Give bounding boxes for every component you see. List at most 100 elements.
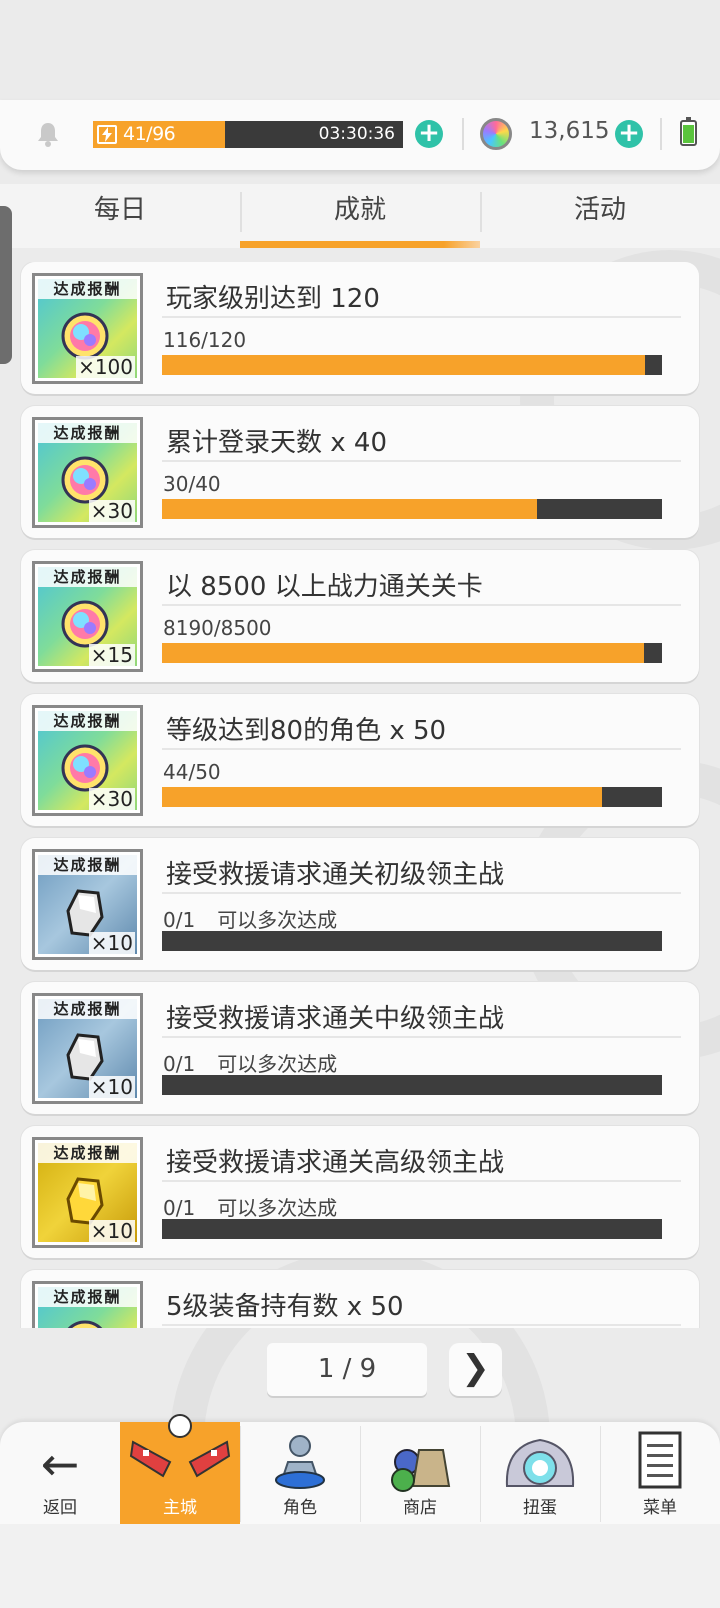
tab-events[interactable]: 活动: [480, 184, 720, 248]
menu-icon: [638, 1431, 682, 1489]
progress-text: 116/120: [163, 328, 246, 352]
tab-achievements[interactable]: 成就: [240, 184, 480, 248]
progress-fill: [162, 355, 645, 375]
divider: [162, 460, 681, 462]
achievement-card[interactable]: 达成报酬 5级装备持有数 x 50: [21, 1270, 699, 1328]
nav-back[interactable]: ← 返回: [0, 1422, 120, 1524]
reward-label: 达成报酬: [38, 1287, 137, 1307]
reward-label: 达成报酬: [38, 711, 137, 731]
system-nav-area: [0, 1524, 720, 1608]
gacha-icon: [505, 1438, 575, 1487]
nav-label: 菜单: [643, 1498, 677, 1518]
progress-value: 30/40: [163, 472, 221, 496]
achievement-card[interactable]: 达成报酬 ×15 以 8500 以上战力通关关卡 8190/8500: [21, 550, 699, 682]
achievement-card[interactable]: 达成报酬 ×10 接受救援请求通关中级领主战 0/1 可以多次达成: [21, 982, 699, 1114]
next-page-button[interactable]: ❯: [449, 1343, 502, 1396]
reward-icon: 达成报酬 ×30: [32, 417, 143, 528]
nav-castle[interactable]: 主城: [120, 1414, 240, 1524]
progress-bar: [162, 1219, 662, 1239]
lightning-icon: [97, 125, 117, 144]
stamina-bar: 41/96 03:30:36: [93, 121, 403, 148]
repeatable-note: 可以多次达成: [217, 1196, 338, 1220]
reward-icon: 达成报酬 ×10: [32, 1137, 143, 1248]
rainbow-gem-icon: [61, 456, 109, 504]
reward-icon: 达成报酬 ×30: [32, 705, 143, 816]
stamina-count: 41/96: [123, 123, 176, 145]
achievement-card[interactable]: 达成报酬 ×30 累计登录天数 x 40 30/40: [21, 406, 699, 538]
reward-icon: 达成报酬 ×10: [32, 849, 143, 960]
progress-bar: [162, 787, 662, 807]
reward-quantity: ×10: [88, 1219, 135, 1242]
achievement-list[interactable]: 达成报酬 ×100 玩家级别达到 120 116/120 达成报酬 ×30 累计登录天数 x…: [0, 262, 720, 1328]
progress-fill: [162, 643, 644, 663]
progress-text: 0/1 可以多次达成: [163, 1192, 337, 1221]
nav-label: 商店: [403, 1498, 437, 1518]
divider: [162, 892, 681, 894]
achievement-card[interactable]: 达成报酬 ×10 接受救援请求通关高级领主战 0/1 可以多次达成: [21, 1126, 699, 1258]
achievement-card[interactable]: 达成报酬 ×100 玩家级别达到 120 116/120: [21, 262, 699, 394]
bell-icon[interactable]: [34, 120, 62, 148]
progress-fill: [162, 499, 537, 519]
progress-value: 44/50: [163, 760, 221, 784]
progress-text: 30/40: [163, 472, 221, 496]
reward-quantity: ×100: [76, 355, 135, 378]
achievement-title: 接受救援请求通关中级领主战: [166, 1004, 505, 1034]
reward-quantity: ×30: [88, 787, 135, 810]
nav-character[interactable]: 角色: [240, 1422, 360, 1524]
achievement-title: 5级装备持有数 x 50: [166, 1292, 404, 1322]
nav-label: 返回: [43, 1498, 77, 1518]
divider: [162, 316, 681, 318]
divider: [660, 118, 662, 150]
reward-icon: 达成报酬 ×100: [32, 273, 143, 384]
character-icon: [275, 1435, 325, 1489]
rainbow-gem-icon: [61, 600, 109, 648]
status-bar: 41/96 03:30:36 + 13,615 +: [0, 100, 720, 170]
tab-label: 成就: [333, 195, 386, 225]
reward-label: 达成报酬: [38, 279, 137, 299]
progress-value: 0/1: [163, 1196, 196, 1220]
divider: [162, 1180, 681, 1182]
reward-quantity: ×15: [88, 643, 135, 666]
achievement-title: 接受救援请求通关高级领主战: [166, 1148, 505, 1178]
reward-icon: 达成报酬: [32, 1281, 143, 1328]
achievement-card[interactable]: 达成报酬 ×10 接受救援请求通关初级领主战 0/1 可以多次达成: [21, 838, 699, 970]
rainbow-gem-icon: [61, 744, 109, 792]
tab-label: 每日: [93, 195, 146, 225]
nav-label: 主城: [163, 1498, 197, 1518]
progress-bar: [162, 355, 662, 375]
progress-value: 0/1: [163, 1052, 196, 1076]
repeatable-note: 可以多次达成: [217, 908, 338, 932]
bottom-nav: ← 返回 主城 角色 商店 扭蛋 菜单: [0, 1414, 720, 1524]
reward-quantity: ×30: [88, 499, 135, 522]
tab-bar: 每日 成就 活动: [0, 184, 720, 248]
nav-gacha[interactable]: 扭蛋: [480, 1422, 600, 1524]
rainbow-gem-icon: [67, 1320, 103, 1328]
achievement-title: 等级达到80的角色 x 50: [166, 716, 447, 746]
add-stamina-button[interactable]: +: [415, 120, 443, 148]
nav-menu[interactable]: 菜单: [600, 1422, 720, 1524]
nav-shop[interactable]: 商店: [360, 1422, 480, 1524]
reward-icon: 达成报酬 ×15: [32, 561, 143, 672]
reward-icon: 达成报酬 ×10: [32, 993, 143, 1104]
tab-daily[interactable]: 每日: [0, 184, 240, 248]
battery-icon: [680, 117, 697, 146]
page-indicator: 1 / 9: [267, 1343, 427, 1396]
gold-stone-icon: [66, 1177, 104, 1225]
achievement-title: 玩家级别达到 120: [166, 284, 380, 314]
add-gem-button[interactable]: +: [615, 120, 643, 148]
achievement-title: 累计登录天数 x 40: [166, 428, 388, 458]
reward-label: 达成报酬: [38, 423, 137, 443]
nav-label: 扭蛋: [523, 1498, 557, 1518]
reward-quantity: ×10: [88, 1075, 135, 1098]
reward-quantity: ×10: [88, 931, 135, 954]
achievement-title: 接受救援请求通关初级领主战: [166, 860, 505, 890]
reward-label: 达成报酬: [38, 567, 137, 587]
achievement-title: 以 8500 以上战力通关关卡: [166, 572, 483, 602]
progress-value: 8190/8500: [163, 616, 272, 640]
divider: [162, 1324, 681, 1326]
progress-text: 44/50: [163, 760, 221, 784]
achievement-card[interactable]: 达成报酬 ×30 等级达到80的角色 x 50 44/50: [21, 694, 699, 826]
divider: [162, 1036, 681, 1038]
castle-icon: [129, 1414, 231, 1478]
white-stone-icon: [66, 1033, 104, 1081]
